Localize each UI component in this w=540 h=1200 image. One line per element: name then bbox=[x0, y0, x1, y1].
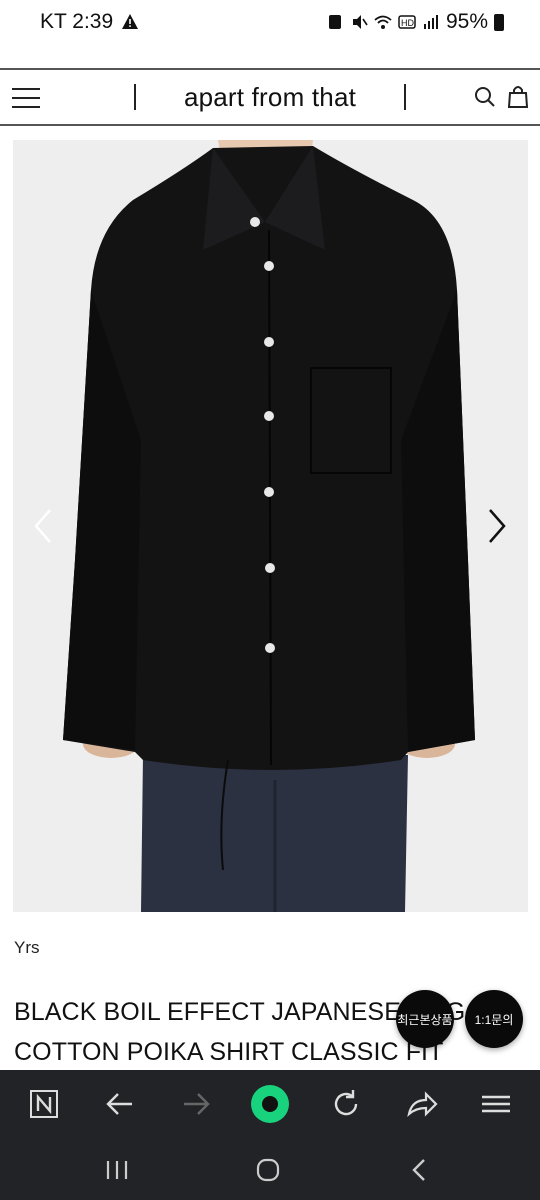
hd-icon: HD bbox=[398, 15, 416, 29]
battery-percent: 95% bbox=[445, 10, 488, 33]
status-left: KT 2:39 bbox=[40, 10, 139, 34]
home-button-icon[interactable] bbox=[253, 1156, 283, 1184]
warning-icon bbox=[122, 14, 139, 29]
wifi-icon bbox=[374, 15, 392, 29]
search-icon[interactable] bbox=[474, 86, 496, 108]
battery-icon bbox=[494, 13, 504, 31]
status-right: HD 95% bbox=[326, 10, 504, 34]
header-divider-right bbox=[404, 84, 406, 110]
notification-icon bbox=[328, 15, 341, 29]
naver-home-icon[interactable] bbox=[24, 1084, 64, 1124]
menu-icon[interactable] bbox=[12, 88, 40, 108]
back-button-icon[interactable] bbox=[405, 1156, 435, 1184]
system-navigation-bar bbox=[0, 1140, 540, 1200]
browser-top-gap bbox=[0, 44, 540, 70]
carrier-time: KT 2:39 bbox=[40, 10, 114, 33]
mute-icon bbox=[352, 15, 368, 29]
inquiry-button[interactable]: 1:1문의 bbox=[465, 990, 523, 1048]
recent-products-button[interactable]: 최근본상품 bbox=[396, 990, 454, 1048]
status-bar: KT 2:39 HD 95% bbox=[0, 0, 540, 44]
header-divider-left bbox=[134, 84, 136, 110]
previous-image-arrow-icon[interactable] bbox=[30, 506, 56, 546]
refresh-icon[interactable] bbox=[326, 1084, 366, 1124]
browser-toolbar bbox=[0, 1070, 540, 1140]
green-dot-home-icon[interactable] bbox=[250, 1084, 290, 1124]
signal-icon bbox=[423, 15, 438, 29]
next-image-arrow-icon[interactable] bbox=[484, 506, 510, 546]
site-header: apart from that bbox=[0, 70, 540, 126]
brand-logo[interactable]: apart from that bbox=[142, 82, 398, 113]
back-arrow-icon[interactable] bbox=[100, 1084, 140, 1124]
forward-arrow-icon[interactable] bbox=[176, 1084, 216, 1124]
shopping-bag-icon[interactable] bbox=[507, 85, 529, 109]
shirt-illustration bbox=[13, 140, 528, 912]
share-icon[interactable] bbox=[402, 1084, 442, 1124]
product-image[interactable] bbox=[13, 140, 528, 912]
more-menu-icon[interactable] bbox=[476, 1084, 516, 1124]
product-brand[interactable]: Yrs bbox=[14, 938, 40, 958]
svg-text:HD: HD bbox=[401, 18, 414, 28]
recent-apps-icon[interactable] bbox=[102, 1156, 132, 1184]
